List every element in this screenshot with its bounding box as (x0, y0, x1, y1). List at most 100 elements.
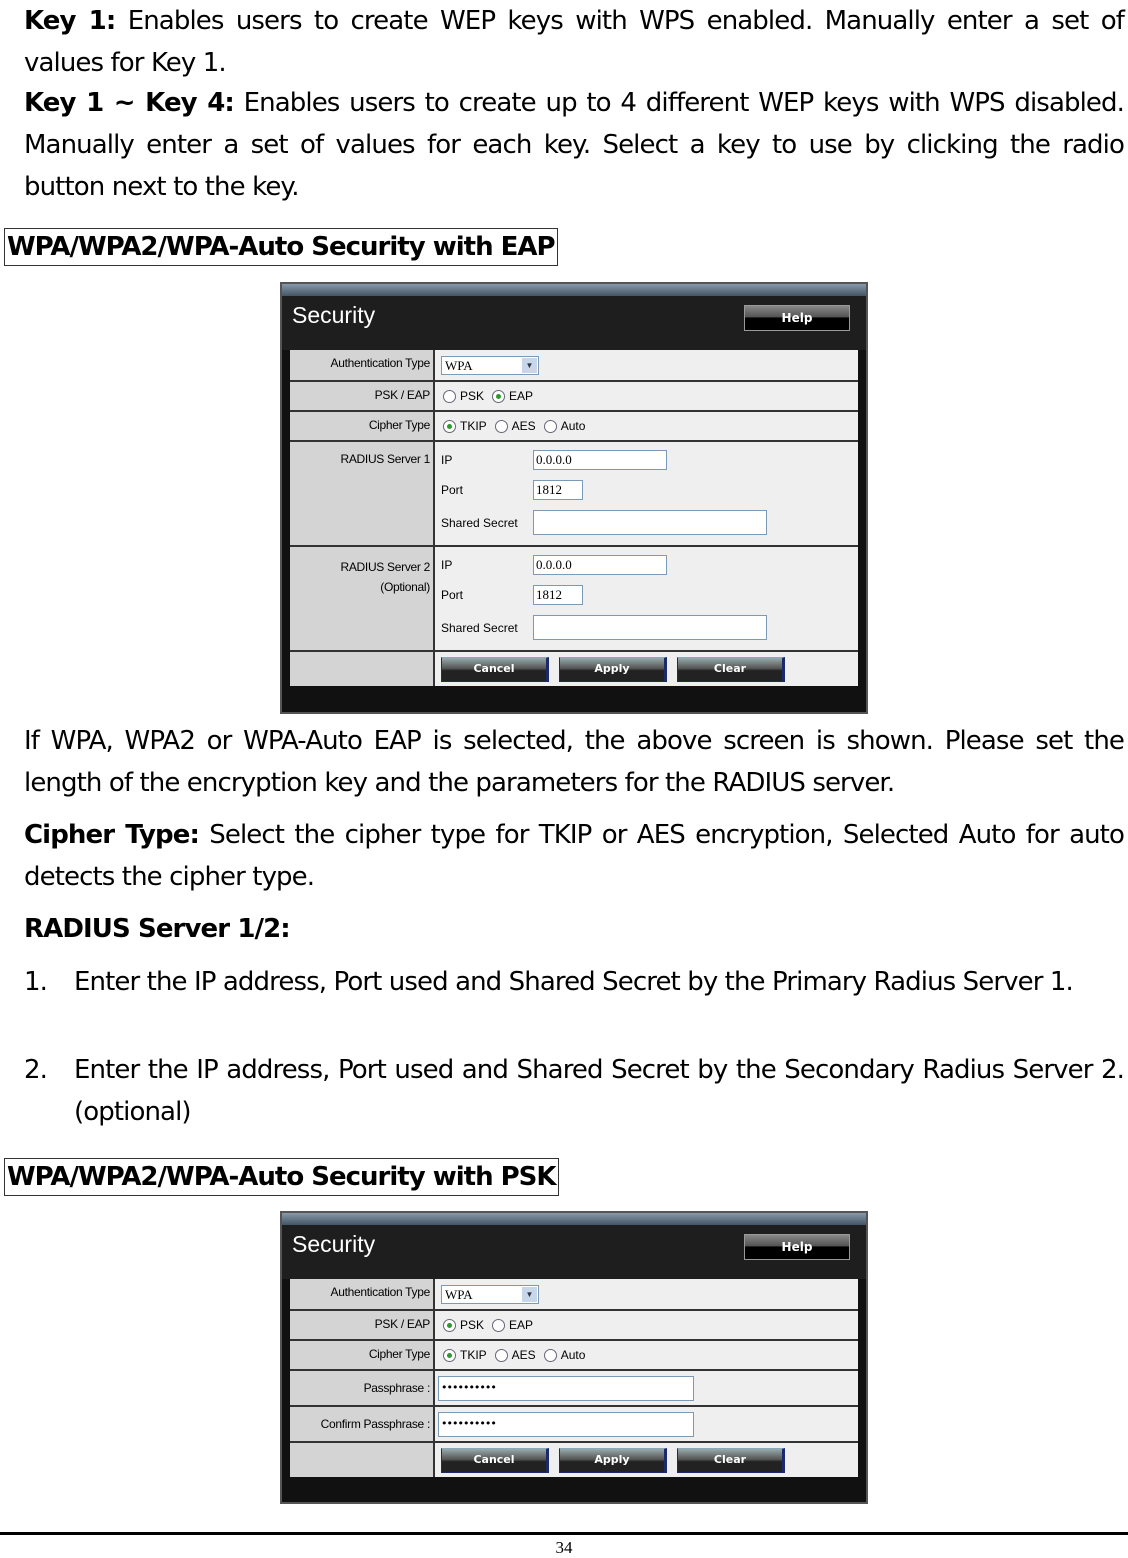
confirm-passphrase-input[interactable]: •••••••••• (438, 1411, 694, 1437)
apply-button[interactable]: Apply (559, 1447, 667, 1473)
auto-radio[interactable] (543, 419, 557, 433)
radius2-ip-input[interactable]: 0.0.0.0 (533, 555, 667, 575)
radius-heading: RADIUS Server 1/2: (24, 914, 291, 944)
cancel-button[interactable]: Cancel (441, 1447, 549, 1473)
auth-type-row: Authentication Type WPA ▼ (290, 350, 858, 382)
auth-type-value: WPA (445, 357, 473, 373)
key1-text: Enables users to create WEP keys with WP… (24, 6, 1125, 78)
psk-eap-row: PSK / EAP PSK EAP (290, 382, 858, 412)
passphrase-row: Passphrase : •••••••••• (290, 1371, 858, 1407)
psk-radio[interactable] (443, 1318, 456, 1332)
auth-type-select[interactable]: WPA ▼ (441, 355, 539, 375)
aes-radio-label: AES (511, 419, 536, 433)
buttons-row-spacer (290, 1443, 435, 1477)
panel-title-bar: Security Help (282, 296, 866, 350)
auth-type-value: WPA (445, 1286, 473, 1302)
key1to4-term: Key 1 ~ Key 4: (24, 88, 235, 118)
key1to4-paragraph: Key 1 ~ Key 4: Enables users to create u… (24, 82, 1125, 208)
chevron-down-icon: ▼ (522, 357, 537, 373)
tkip-radio[interactable] (443, 1348, 456, 1362)
radius1-label: RADIUS Server 1 (290, 442, 435, 545)
radius1-port-label: Port (441, 483, 464, 497)
eap-radio-label: EAP (509, 1318, 534, 1332)
aes-radio-label: AES (511, 1348, 536, 1362)
apply-button[interactable]: Apply (559, 656, 667, 682)
psk-radio[interactable] (443, 389, 456, 403)
eap-security-screenshot: Security Help Authentication Type WPA ▼ P… (280, 282, 868, 714)
eap-radio[interactable] (492, 389, 506, 403)
tkip-radio-label: TKIP (460, 1348, 487, 1362)
key1-paragraph: Key 1: Enables users to create WEP keys … (24, 0, 1125, 84)
eap-radio-label: EAP (509, 389, 534, 403)
help-button[interactable]: Help (744, 1234, 850, 1260)
psk-security-screenshot: Security Help Authentication Type WPA ▼ P… (280, 1211, 868, 1504)
radius2-ip-label: IP (441, 558, 453, 572)
buttons-row-spacer (290, 652, 435, 686)
radius2-row: RADIUS Server 2 (Optional) IP 0.0.0.0 Po… (290, 547, 858, 652)
cipher-row: Cipher Type TKIP AES Auto (290, 1341, 858, 1371)
radius2-secret-label: Shared Secret (441, 620, 518, 635)
auth-type-label: Authentication Type (290, 1279, 435, 1309)
radius2-secret-input[interactable] (533, 615, 767, 640)
eap-section-heading: WPA/WPA2/WPA-Auto Security with EAP (4, 228, 558, 266)
auto-radio-label: Auto (560, 1348, 586, 1362)
psk-radio-label: PSK (460, 389, 485, 403)
radius1-secret-label: Shared Secret (441, 515, 518, 530)
radius2-port-input[interactable]: 1812 (533, 585, 583, 605)
auth-type-row: Authentication Type WPA ▼ (290, 1279, 858, 1311)
psk-eap-label: PSK / EAP (290, 1311, 435, 1339)
auth-type-label: Authentication Type (290, 350, 435, 380)
buttons-row: Cancel Apply Clear (290, 1443, 858, 1477)
psk-section-heading: WPA/WPA2/WPA-Auto Security with PSK (4, 1158, 559, 1196)
list-number: 2. (24, 1055, 48, 1085)
panel-title: Security (292, 1231, 376, 1257)
panel-title: Security (292, 302, 376, 328)
radius1-ip-label: IP (441, 453, 453, 467)
radius1-ip-input[interactable]: 0.0.0.0 (533, 450, 667, 470)
security-form: Authentication Type WPA ▼ PSK / EAP PSK E… (290, 350, 858, 686)
clear-button[interactable]: Clear (677, 1447, 785, 1473)
panel-top-bar (282, 284, 866, 296)
auth-type-select[interactable]: WPA ▼ (441, 1284, 539, 1304)
confirm-passphrase-label: Confirm Passphrase : (290, 1407, 435, 1441)
security-form: Authentication Type WPA ▼ PSK / EAP PSK E… (290, 1279, 858, 1477)
eap-radio[interactable] (492, 1318, 506, 1332)
list-item: 2. Enter the IP address, Port used and S… (24, 1049, 1125, 1133)
confirm-passphrase-row: Confirm Passphrase : •••••••••• (290, 1407, 858, 1443)
eap-description: If WPA, WPA2 or WPA-Auto EAP is selected… (24, 726, 1125, 798)
passphrase-label: Passphrase : (290, 1371, 435, 1405)
radius1-secret-input[interactable] (533, 510, 767, 535)
list-text: Enter the IP address, Port used and Shar… (74, 1055, 1125, 1127)
footer-divider (0, 1532, 1128, 1535)
cipher-type-description: Cipher Type: Select the cipher type for … (24, 814, 1125, 898)
aes-radio[interactable] (494, 1348, 508, 1362)
radius2-label-cell: RADIUS Server 2 (Optional) (290, 547, 435, 650)
panel-title-bar: Security Help (282, 1225, 866, 1279)
auto-radio[interactable] (543, 1348, 557, 1362)
aes-radio[interactable] (494, 419, 508, 433)
help-button[interactable]: Help (744, 305, 850, 331)
auto-radio-label: Auto (560, 419, 586, 433)
psk-eap-label: PSK / EAP (290, 382, 435, 410)
panel-top-bar (282, 1213, 866, 1225)
chevron-down-icon: ▼ (522, 1286, 537, 1302)
cipher-row: Cipher Type TKIP AES Auto (290, 412, 858, 442)
buttons-row: Cancel Apply Clear (290, 652, 858, 686)
radius2-sublabel: (Optional) (380, 580, 430, 594)
list-text: Enter the IP address, Port used and Shar… (74, 967, 1074, 997)
list-item: 1. Enter the IP address, Port used and S… (24, 961, 1124, 1045)
page-number: 34 (555, 1538, 573, 1557)
tkip-radio[interactable] (443, 419, 456, 433)
clear-button[interactable]: Clear (677, 656, 785, 682)
cipher-label: Cipher Type (290, 1341, 435, 1369)
radius2-port-label: Port (441, 588, 464, 602)
cancel-button[interactable]: Cancel (441, 656, 549, 682)
psk-radio-label: PSK (460, 1318, 485, 1332)
passphrase-input[interactable]: •••••••••• (438, 1375, 694, 1401)
cipher-label: Cipher Type (290, 412, 435, 440)
tkip-radio-label: TKIP (460, 419, 487, 433)
radius1-port-input[interactable]: 1812 (533, 480, 583, 500)
key1-term: Key 1: (24, 6, 116, 36)
radius2-label: RADIUS Server 2 (340, 560, 430, 574)
psk-eap-row: PSK / EAP PSK EAP (290, 1311, 858, 1341)
